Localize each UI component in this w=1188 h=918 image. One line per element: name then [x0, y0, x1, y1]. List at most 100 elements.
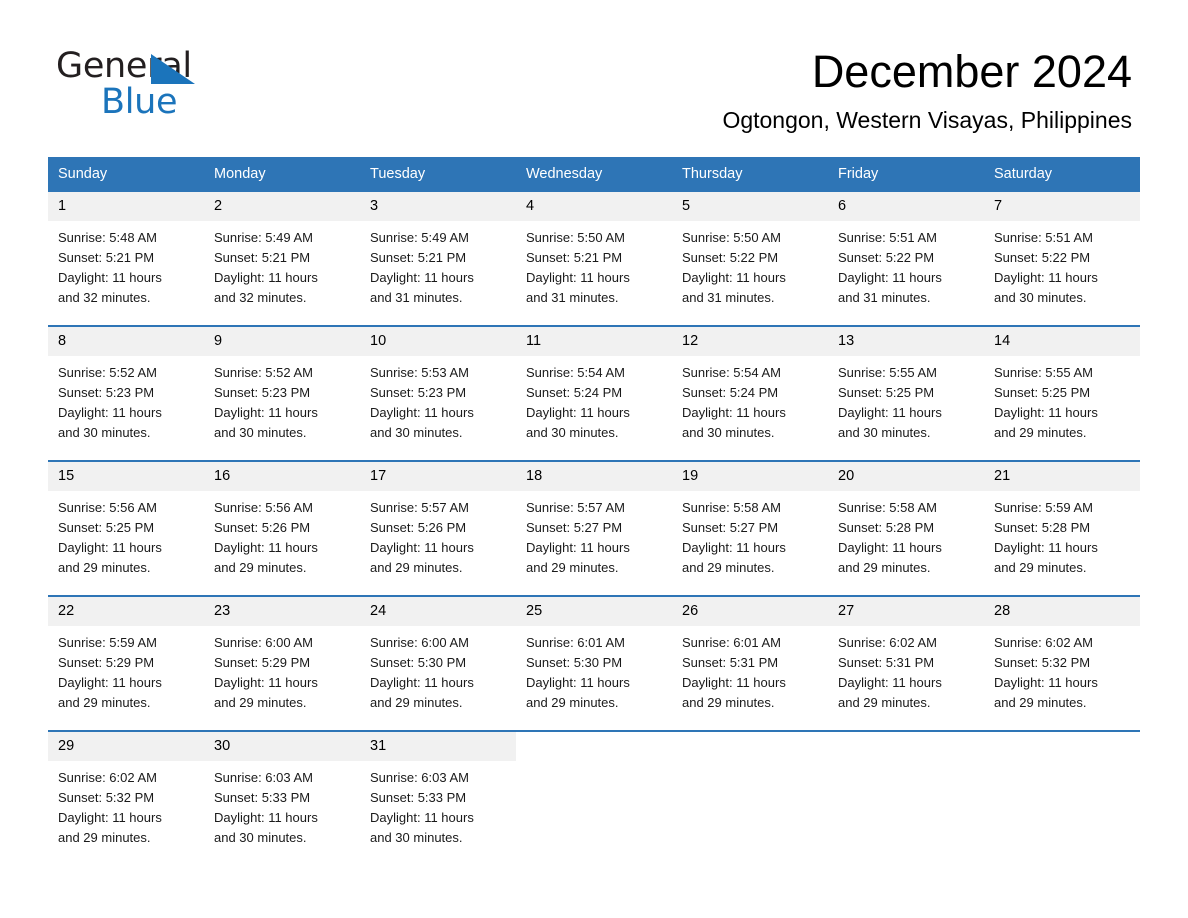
sunrise-text: Sunrise: 5:50 AM	[682, 230, 781, 245]
daylight-text-line1: Daylight: 11 hours	[370, 810, 474, 825]
daylight-text-line2: and 31 minutes.	[370, 290, 463, 305]
daylight-text-line2: and 30 minutes.	[370, 425, 463, 440]
day-cell[interactable]: 13 Sunrise: 5:55 AM Sunset: 5:25 PM Dayl…	[828, 325, 984, 461]
sunrise-text: Sunrise: 5:51 AM	[994, 230, 1093, 245]
daylight-text-line1: Daylight: 11 hours	[838, 405, 942, 420]
day-cell[interactable]: 10 Sunrise: 5:53 AM Sunset: 5:23 PM Dayl…	[360, 325, 516, 461]
daylight-text-line1: Daylight: 11 hours	[682, 675, 786, 690]
sunset-text: Sunset: 5:32 PM	[58, 790, 155, 805]
daylight-text-line2: and 30 minutes.	[214, 425, 307, 440]
day-cell[interactable]: 7 Sunrise: 5:51 AM Sunset: 5:22 PM Dayli…	[984, 192, 1140, 326]
daylight-text-line1: Daylight: 11 hours	[526, 270, 630, 285]
day-details: Sunrise: 6:02 AM Sunset: 5:31 PM Dayligh…	[828, 626, 984, 713]
day-cell[interactable]: 23 Sunrise: 6:00 AM Sunset: 5:29 PM Dayl…	[204, 595, 360, 731]
day-cell[interactable]: 6 Sunrise: 5:51 AM Sunset: 5:22 PM Dayli…	[828, 192, 984, 326]
daylight-text-line1: Daylight: 11 hours	[214, 270, 318, 285]
daylight-text-line2: and 30 minutes.	[526, 425, 619, 440]
day-cell[interactable]: 8 Sunrise: 5:52 AM Sunset: 5:23 PM Dayli…	[48, 325, 204, 461]
day-cell[interactable]: 22 Sunrise: 5:59 AM Sunset: 5:29 PM Dayl…	[48, 595, 204, 731]
daylight-text-line2: and 30 minutes.	[838, 425, 931, 440]
day-details: Sunrise: 6:03 AM Sunset: 5:33 PM Dayligh…	[204, 761, 360, 848]
sunset-text: Sunset: 5:26 PM	[370, 520, 467, 535]
day-cell[interactable]: 9 Sunrise: 5:52 AM Sunset: 5:23 PM Dayli…	[204, 325, 360, 461]
day-details: Sunrise: 6:02 AM Sunset: 5:32 PM Dayligh…	[48, 761, 204, 848]
sunrise-text: Sunrise: 5:53 AM	[370, 365, 469, 380]
day-number: 20	[828, 462, 984, 491]
day-cell[interactable]: 24 Sunrise: 6:00 AM Sunset: 5:30 PM Dayl…	[360, 595, 516, 731]
day-cell[interactable]: 27 Sunrise: 6:02 AM Sunset: 5:31 PM Dayl…	[828, 595, 984, 731]
week-row: 22 Sunrise: 5:59 AM Sunset: 5:29 PM Dayl…	[48, 595, 1140, 731]
day-details: Sunrise: 5:52 AM Sunset: 5:23 PM Dayligh…	[48, 356, 204, 443]
day-number: 22	[48, 597, 204, 626]
title-block: December 2024 Ogtongon, Western Visayas,…	[722, 46, 1132, 134]
day-cell[interactable]: 21 Sunrise: 5:59 AM Sunset: 5:28 PM Dayl…	[984, 460, 1140, 596]
sunset-text: Sunset: 5:26 PM	[214, 520, 311, 535]
day-number: 1	[48, 192, 204, 221]
day-cell[interactable]: 30 Sunrise: 6:03 AM Sunset: 5:33 PM Dayl…	[204, 730, 360, 865]
generalblue-logo[interactable]: General Blue	[56, 48, 256, 120]
sunrise-text: Sunrise: 5:51 AM	[838, 230, 937, 245]
day-cell[interactable]: 14 Sunrise: 5:55 AM Sunset: 5:25 PM Dayl…	[984, 325, 1140, 461]
day-cell[interactable]: 15 Sunrise: 5:56 AM Sunset: 5:25 PM Dayl…	[48, 460, 204, 596]
day-cell[interactable]: 4 Sunrise: 5:50 AM Sunset: 5:21 PM Dayli…	[516, 192, 672, 326]
sunset-text: Sunset: 5:22 PM	[838, 250, 935, 265]
day-cell[interactable]: 19 Sunrise: 5:58 AM Sunset: 5:27 PM Dayl…	[672, 460, 828, 596]
calendar-body: 1 Sunrise: 5:48 AM Sunset: 5:21 PM Dayli…	[48, 192, 1140, 865]
daylight-text-line2: and 31 minutes.	[682, 290, 775, 305]
day-details: Sunrise: 5:50 AM Sunset: 5:22 PM Dayligh…	[672, 221, 828, 308]
daylight-text-line2: and 29 minutes.	[370, 695, 463, 710]
daylight-text-line1: Daylight: 11 hours	[838, 540, 942, 555]
day-cell[interactable]: 16 Sunrise: 5:56 AM Sunset: 5:26 PM Dayl…	[204, 460, 360, 596]
day-details: Sunrise: 5:59 AM Sunset: 5:28 PM Dayligh…	[984, 491, 1140, 578]
sunset-text: Sunset: 5:33 PM	[214, 790, 311, 805]
daylight-text-line1: Daylight: 11 hours	[838, 675, 942, 690]
sunset-text: Sunset: 5:32 PM	[994, 655, 1091, 670]
daylight-text-line1: Daylight: 11 hours	[214, 540, 318, 555]
day-number: 18	[516, 462, 672, 491]
sunset-text: Sunset: 5:31 PM	[838, 655, 935, 670]
day-number: 27	[828, 597, 984, 626]
day-number: 7	[984, 192, 1140, 221]
day-number: 12	[672, 327, 828, 356]
day-details: Sunrise: 5:54 AM Sunset: 5:24 PM Dayligh…	[672, 356, 828, 443]
daylight-text-line2: and 29 minutes.	[994, 695, 1087, 710]
day-details: Sunrise: 5:51 AM Sunset: 5:22 PM Dayligh…	[984, 221, 1140, 308]
day-details: Sunrise: 6:01 AM Sunset: 5:30 PM Dayligh…	[516, 626, 672, 713]
day-number: 4	[516, 192, 672, 221]
day-cell[interactable]: 25 Sunrise: 6:01 AM Sunset: 5:30 PM Dayl…	[516, 595, 672, 731]
day-number: 9	[204, 327, 360, 356]
day-cell[interactable]: 17 Sunrise: 5:57 AM Sunset: 5:26 PM Dayl…	[360, 460, 516, 596]
day-number	[672, 732, 828, 761]
sunset-text: Sunset: 5:28 PM	[994, 520, 1091, 535]
daylight-text-line1: Daylight: 11 hours	[58, 405, 162, 420]
sunrise-text: Sunrise: 6:02 AM	[58, 770, 157, 785]
day-cell[interactable]: 20 Sunrise: 5:58 AM Sunset: 5:28 PM Dayl…	[828, 460, 984, 596]
sunrise-text: Sunrise: 6:03 AM	[370, 770, 469, 785]
day-cell[interactable]: 18 Sunrise: 5:57 AM Sunset: 5:27 PM Dayl…	[516, 460, 672, 596]
day-number: 6	[828, 192, 984, 221]
day-number: 24	[360, 597, 516, 626]
day-cell[interactable]: 26 Sunrise: 6:01 AM Sunset: 5:31 PM Dayl…	[672, 595, 828, 731]
day-cell[interactable]: 3 Sunrise: 5:49 AM Sunset: 5:21 PM Dayli…	[360, 192, 516, 326]
day-number: 19	[672, 462, 828, 491]
weekday-header-row: Sunday Monday Tuesday Wednesday Thursday…	[48, 157, 1140, 192]
day-cell[interactable]: 31 Sunrise: 6:03 AM Sunset: 5:33 PM Dayl…	[360, 730, 516, 865]
sunset-text: Sunset: 5:23 PM	[214, 385, 311, 400]
daylight-text-line1: Daylight: 11 hours	[58, 540, 162, 555]
day-details: Sunrise: 5:57 AM Sunset: 5:27 PM Dayligh…	[516, 491, 672, 578]
sunrise-text: Sunrise: 6:00 AM	[214, 635, 313, 650]
sunset-text: Sunset: 5:30 PM	[370, 655, 467, 670]
day-cell[interactable]: 12 Sunrise: 5:54 AM Sunset: 5:24 PM Dayl…	[672, 325, 828, 461]
day-cell[interactable]: 29 Sunrise: 6:02 AM Sunset: 5:32 PM Dayl…	[48, 730, 204, 865]
day-cell[interactable]: 11 Sunrise: 5:54 AM Sunset: 5:24 PM Dayl…	[516, 325, 672, 461]
day-number: 2	[204, 192, 360, 221]
daylight-text-line1: Daylight: 11 hours	[682, 405, 786, 420]
day-number: 21	[984, 462, 1140, 491]
day-cell[interactable]: 1 Sunrise: 5:48 AM Sunset: 5:21 PM Dayli…	[48, 192, 204, 326]
sunrise-text: Sunrise: 5:50 AM	[526, 230, 625, 245]
sunset-text: Sunset: 5:22 PM	[994, 250, 1091, 265]
day-cell[interactable]: 28 Sunrise: 6:02 AM Sunset: 5:32 PM Dayl…	[984, 595, 1140, 731]
day-cell[interactable]: 5 Sunrise: 5:50 AM Sunset: 5:22 PM Dayli…	[672, 192, 828, 326]
day-cell[interactable]: 2 Sunrise: 5:49 AM Sunset: 5:21 PM Dayli…	[204, 192, 360, 326]
day-details: Sunrise: 5:54 AM Sunset: 5:24 PM Dayligh…	[516, 356, 672, 443]
